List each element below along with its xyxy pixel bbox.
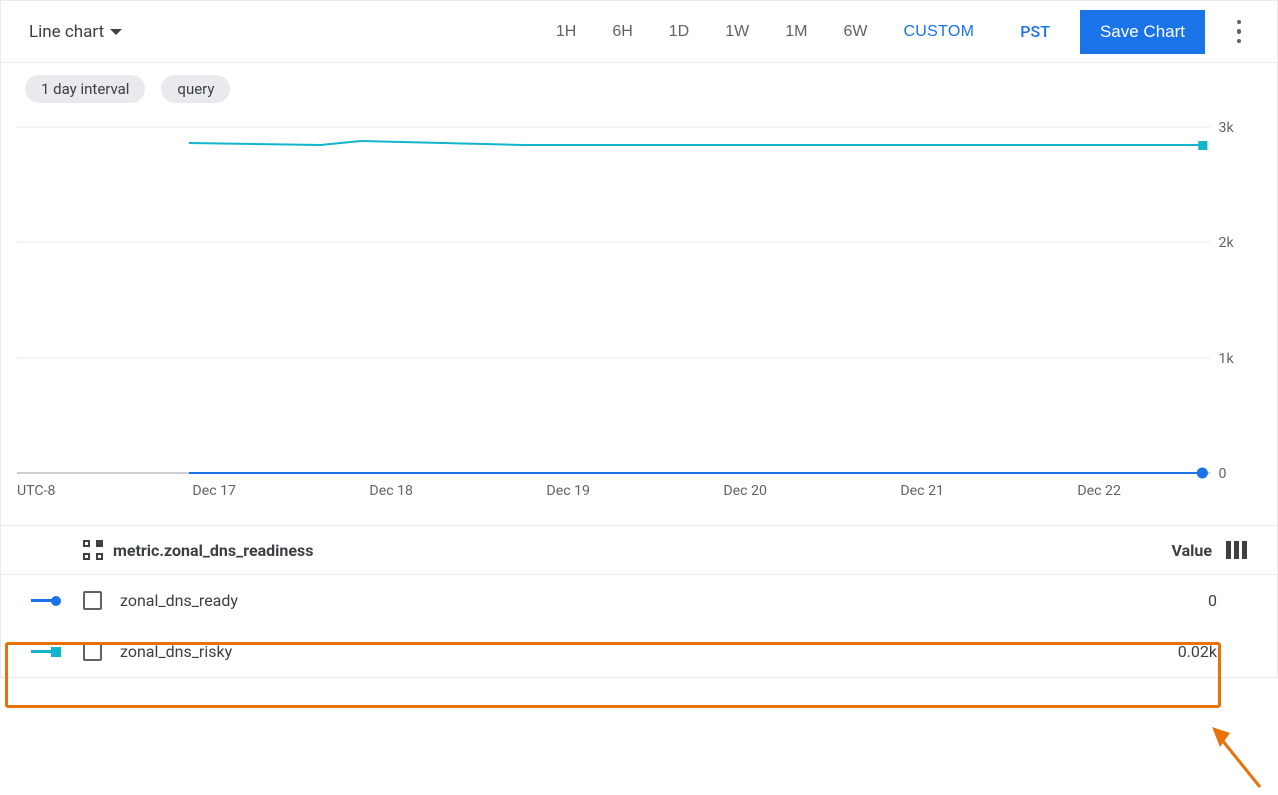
series-swatch-risky	[31, 647, 61, 657]
series-end-marker-ready	[1197, 468, 1208, 479]
legend-value-ready: 0	[1208, 591, 1217, 610]
legend-table: metric.zonal_dns_readiness Value zonal_d…	[1, 525, 1277, 677]
series-swatch-ready	[31, 596, 61, 606]
legend-label-ready: zonal_dns_ready	[120, 591, 238, 610]
range-1h[interactable]: 1H	[538, 17, 594, 47]
x-tick-5: Dec 22	[1077, 483, 1121, 499]
y-tick-0: 0	[1219, 466, 1227, 482]
interval-chip[interactable]: 1 day interval	[25, 75, 145, 103]
range-1m[interactable]: 1M	[767, 17, 825, 47]
query-chip[interactable]: query	[161, 75, 230, 103]
group-by-icon	[83, 540, 103, 560]
time-range-group: 1H 6H 1D 1W 1M 6W CUSTOM	[538, 17, 992, 47]
timezone-selector[interactable]: PST	[1020, 22, 1050, 41]
metrics-panel: Line chart 1H 6H 1D 1W 1M 6W CUSTOM PST …	[0, 0, 1278, 678]
y-tick-3k: 3k	[1219, 120, 1235, 136]
legend-group-label: metric.zonal_dns_readiness	[113, 541, 313, 560]
x-tz-label: UTC-8	[17, 483, 56, 499]
annotation-arrow-icon	[1210, 725, 1270, 795]
range-6w[interactable]: 6W	[825, 17, 885, 47]
y-tick-2k: 2k	[1219, 235, 1235, 251]
more-options-button[interactable]	[1219, 12, 1259, 52]
x-tick-4: Dec 21	[900, 483, 944, 499]
legend-header-row: metric.zonal_dns_readiness Value	[1, 526, 1277, 575]
x-tick-3: Dec 20	[723, 483, 767, 499]
series-line-risky	[189, 141, 1202, 145]
columns-icon[interactable]	[1226, 541, 1247, 559]
chart-type-label: Line chart	[29, 22, 104, 42]
legend-label-risky: zonal_dns_risky	[120, 642, 232, 661]
y-tick-1k: 1k	[1219, 351, 1235, 367]
checkbox-ready[interactable]	[83, 591, 102, 610]
legend-row-ready[interactable]: zonal_dns_ready 0	[1, 575, 1277, 626]
x-tick-0: Dec 17	[192, 483, 236, 499]
series-end-marker-risky	[1198, 141, 1207, 150]
chart-type-selector[interactable]: Line chart	[29, 22, 122, 42]
chart-toolbar: Line chart 1H 6H 1D 1W 1M 6W CUSTOM PST …	[1, 1, 1277, 63]
range-6h[interactable]: 6H	[594, 17, 650, 47]
line-chart[interactable]: 3k 2k 1k 0 UTC-8 Dec 17 Dec 18 Dec 19 De…	[17, 115, 1261, 525]
filter-chips-row: 1 day interval query	[1, 63, 1277, 115]
legend-row-risky[interactable]: zonal_dns_risky 0.02k	[1, 626, 1277, 677]
checkbox-risky[interactable]	[83, 642, 102, 661]
x-tick-1: Dec 18	[369, 483, 413, 499]
range-1d[interactable]: 1D	[651, 17, 707, 47]
x-tick-2: Dec 19	[546, 483, 590, 499]
legend-value-risky: 0.02k	[1178, 642, 1217, 661]
more-vert-icon	[1237, 17, 1242, 46]
save-chart-button[interactable]: Save Chart	[1080, 10, 1205, 54]
range-custom[interactable]: CUSTOM	[885, 17, 992, 47]
range-1w[interactable]: 1W	[707, 17, 767, 47]
caret-down-icon	[110, 29, 122, 35]
legend-value-header: Value	[1172, 541, 1213, 560]
